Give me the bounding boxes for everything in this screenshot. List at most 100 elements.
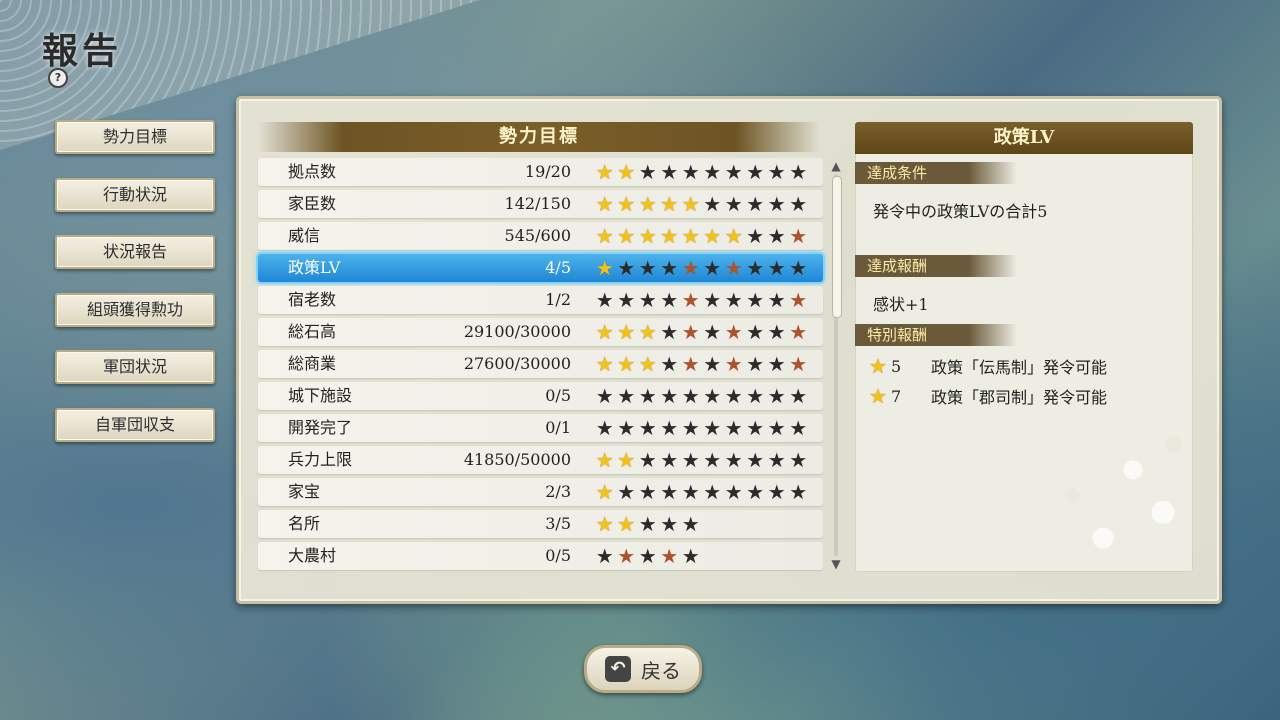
cherry-blossom-decoration (993, 402, 1193, 572)
star-icon: ★ (617, 288, 636, 312)
menu-item-action-status[interactable]: 行動状況 (55, 177, 215, 212)
menu-item-corps-status[interactable]: 軍団状況 (55, 350, 215, 384)
star-icon: ★ (789, 256, 808, 280)
goal-name: 大農村 (288, 546, 337, 565)
goal-row[interactable]: 城下施設 0/5 ★ ★ ★ ★ ★ ★ ★ ★ ★ ★ (258, 382, 823, 410)
help-icon[interactable]: ? (48, 68, 68, 88)
star-icon: ★ (703, 224, 722, 248)
star-icon: ★ (638, 320, 657, 344)
special-reward-stars: 7 (891, 386, 902, 406)
goal-row[interactable]: 家臣数 142/150 ★ ★ ★ ★ ★ ★ ★ ★ ★ ★ (258, 190, 823, 218)
goal-row[interactable]: 兵力上限 41850/50000 ★ ★ ★ ★ ★ ★ ★ ★ ★ ★ (258, 446, 823, 474)
goal-name: 家宝 (288, 482, 321, 501)
goal-value: 0/5 (545, 546, 571, 565)
list-scrollbar[interactable]: ▲ ▼ (829, 160, 843, 572)
goal-row[interactable]: 大農村 0/5 ★ ★ ★ ★ ★ (258, 542, 823, 570)
star-icon: ★ (638, 256, 657, 280)
scroll-down-icon[interactable]: ▼ (829, 558, 843, 570)
star-icon: ★ (767, 480, 786, 504)
special-reward-row: ★ 5 政策「伝馬制」発令可能 (869, 354, 1107, 378)
star-icon: ★ (595, 256, 614, 280)
star-icon: ★ (681, 352, 700, 376)
goal-row[interactable]: 宿老数 1/2 ★ ★ ★ ★ ★ ★ ★ ★ ★ ★ (258, 286, 823, 314)
star-icon: ★ (595, 384, 614, 408)
star-icon: ★ (703, 384, 722, 408)
star-icon: ★ (724, 480, 743, 504)
goal-stars: ★ ★ ★ ★ ★ ★ ★ ★ ★ ★ (594, 353, 809, 375)
scroll-thumb[interactable] (832, 176, 842, 318)
star-icon: ★ (746, 416, 765, 440)
star-icon: ★ (681, 192, 700, 216)
goal-name: 威信 (288, 226, 321, 245)
menu-item-situation-report[interactable]: 状況報告 (55, 235, 215, 269)
star-icon: ★ (660, 480, 679, 504)
star-icon: ★ (746, 192, 765, 216)
star-icon: ★ (681, 320, 700, 344)
goal-row[interactable]: 開発完了 0/1 ★ ★ ★ ★ ★ ★ ★ ★ ★ ★ (258, 414, 823, 442)
star-icon: ★ (789, 192, 808, 216)
back-button[interactable]: ↶ 戻る (584, 645, 702, 693)
goal-row-selected[interactable]: 政策LV 4/5 ★ ★ ★ ★ ★ ★ ★ ★ ★ ★ (258, 254, 823, 282)
goal-row[interactable]: 威信 545/600 ★ ★ ★ ★ ★ ★ ★ ★ ★ ★ (258, 222, 823, 250)
star-icon: ★ (617, 448, 636, 472)
star-icon: ★ (789, 320, 808, 344)
star-icon: ★ (724, 256, 743, 280)
star-icon: ★ (660, 352, 679, 376)
star-icon: ★ (617, 384, 636, 408)
goal-value: 142/150 (504, 194, 571, 213)
goal-value: 2/3 (545, 482, 571, 501)
star-icon: ★ (681, 512, 700, 536)
condition-label: 達成条件 (855, 162, 1017, 184)
star-icon: ★ (789, 480, 808, 504)
goal-stars: ★ ★ ★ ★ ★ (594, 513, 702, 535)
star-icon: ★ (595, 448, 614, 472)
star-icon: ★ (746, 384, 765, 408)
goal-name: 拠点数 (288, 162, 337, 181)
star-icon: ★ (703, 352, 722, 376)
star-icon: ★ (660, 192, 679, 216)
goal-stars: ★ ★ ★ ★ ★ ★ ★ ★ ★ ★ (594, 161, 809, 183)
star-icon: ★ (724, 224, 743, 248)
star-icon: ★ (789, 288, 808, 312)
star-icon: ★ (746, 256, 765, 280)
goal-stars: ★ ★ ★ ★ ★ ★ ★ ★ ★ ★ (594, 481, 809, 503)
goal-value: 0/1 (545, 418, 571, 437)
goal-row[interactable]: 拠点数 19/20 ★ ★ ★ ★ ★ ★ ★ ★ ★ ★ (258, 158, 823, 186)
star-icon: ★ (703, 416, 722, 440)
star-icon: ★ (724, 160, 743, 184)
goal-value: 1/2 (545, 290, 571, 309)
star-icon: ★ (767, 416, 786, 440)
star-icon: ★ (789, 160, 808, 184)
star-icon: ★ (681, 480, 700, 504)
menu-item-captain-merits[interactable]: 組頭獲得勲功 (55, 292, 215, 327)
star-icon: ★ (724, 384, 743, 408)
star-icon: ★ (767, 256, 786, 280)
star-icon: ★ (660, 256, 679, 280)
goal-stars: ★ ★ ★ ★ ★ ★ ★ ★ ★ ★ (594, 225, 809, 247)
star-icon: ★ (660, 384, 679, 408)
star-icon: ★ (789, 224, 808, 248)
goal-name: 兵力上限 (288, 450, 353, 469)
star-icon: ★ (703, 192, 722, 216)
star-icon: ★ (595, 480, 614, 504)
goal-stars: ★ ★ ★ ★ ★ (594, 545, 702, 567)
goal-row[interactable]: 家宝 2/3 ★ ★ ★ ★ ★ ★ ★ ★ ★ ★ (258, 478, 823, 506)
star-icon: ★ (595, 224, 614, 248)
scroll-up-icon[interactable]: ▲ (829, 160, 843, 172)
star-icon: ★ (638, 224, 657, 248)
star-icon: ★ (746, 160, 765, 184)
menu-item-corps-finances[interactable]: 自軍団収支 (55, 407, 215, 442)
menu-item-faction-goals[interactable]: 勢力目標 (55, 120, 215, 154)
star-icon: ★ (703, 448, 722, 472)
goal-row[interactable]: 総石高 29100/30000 ★ ★ ★ ★ ★ ★ ★ ★ ★ ★ (258, 318, 823, 346)
goal-row[interactable]: 総商業 27600/30000 ★ ★ ★ ★ ★ ★ ★ ★ ★ ★ (258, 350, 823, 378)
star-icon: ★ (638, 160, 657, 184)
goal-row[interactable]: 名所 3/5 ★ ★ ★ ★ ★ (258, 510, 823, 538)
star-icon: ★ (660, 320, 679, 344)
star-icon: ★ (703, 288, 722, 312)
condition-text: 発令中の政策LVの合計5 (873, 202, 1048, 221)
star-icon: ★ (703, 480, 722, 504)
star-icon: ★ (724, 416, 743, 440)
reward-text: 感状+1 (873, 295, 929, 314)
star-icon: ★ (703, 320, 722, 344)
